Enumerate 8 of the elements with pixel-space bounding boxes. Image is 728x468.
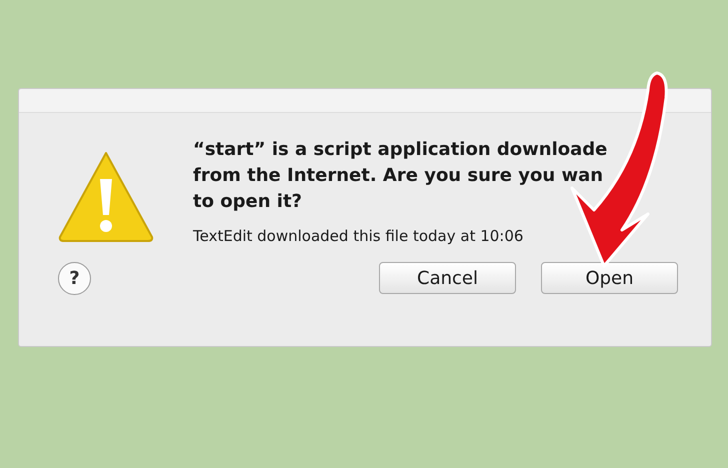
help-button[interactable]: ? [58, 262, 91, 294]
dialog-button[interactable]: Open [541, 262, 678, 294]
dialog-button[interactable]: Cancel [379, 262, 516, 294]
message-text: to open it? [193, 190, 303, 214]
message-text: “start” is a script application downloade [193, 138, 608, 162]
message-text: from the Internet. Are you sure you wan [193, 164, 604, 188]
info-text: TextEdit downloaded this file today at 10:06 [193, 226, 524, 247]
warning-icon [57, 149, 155, 243]
